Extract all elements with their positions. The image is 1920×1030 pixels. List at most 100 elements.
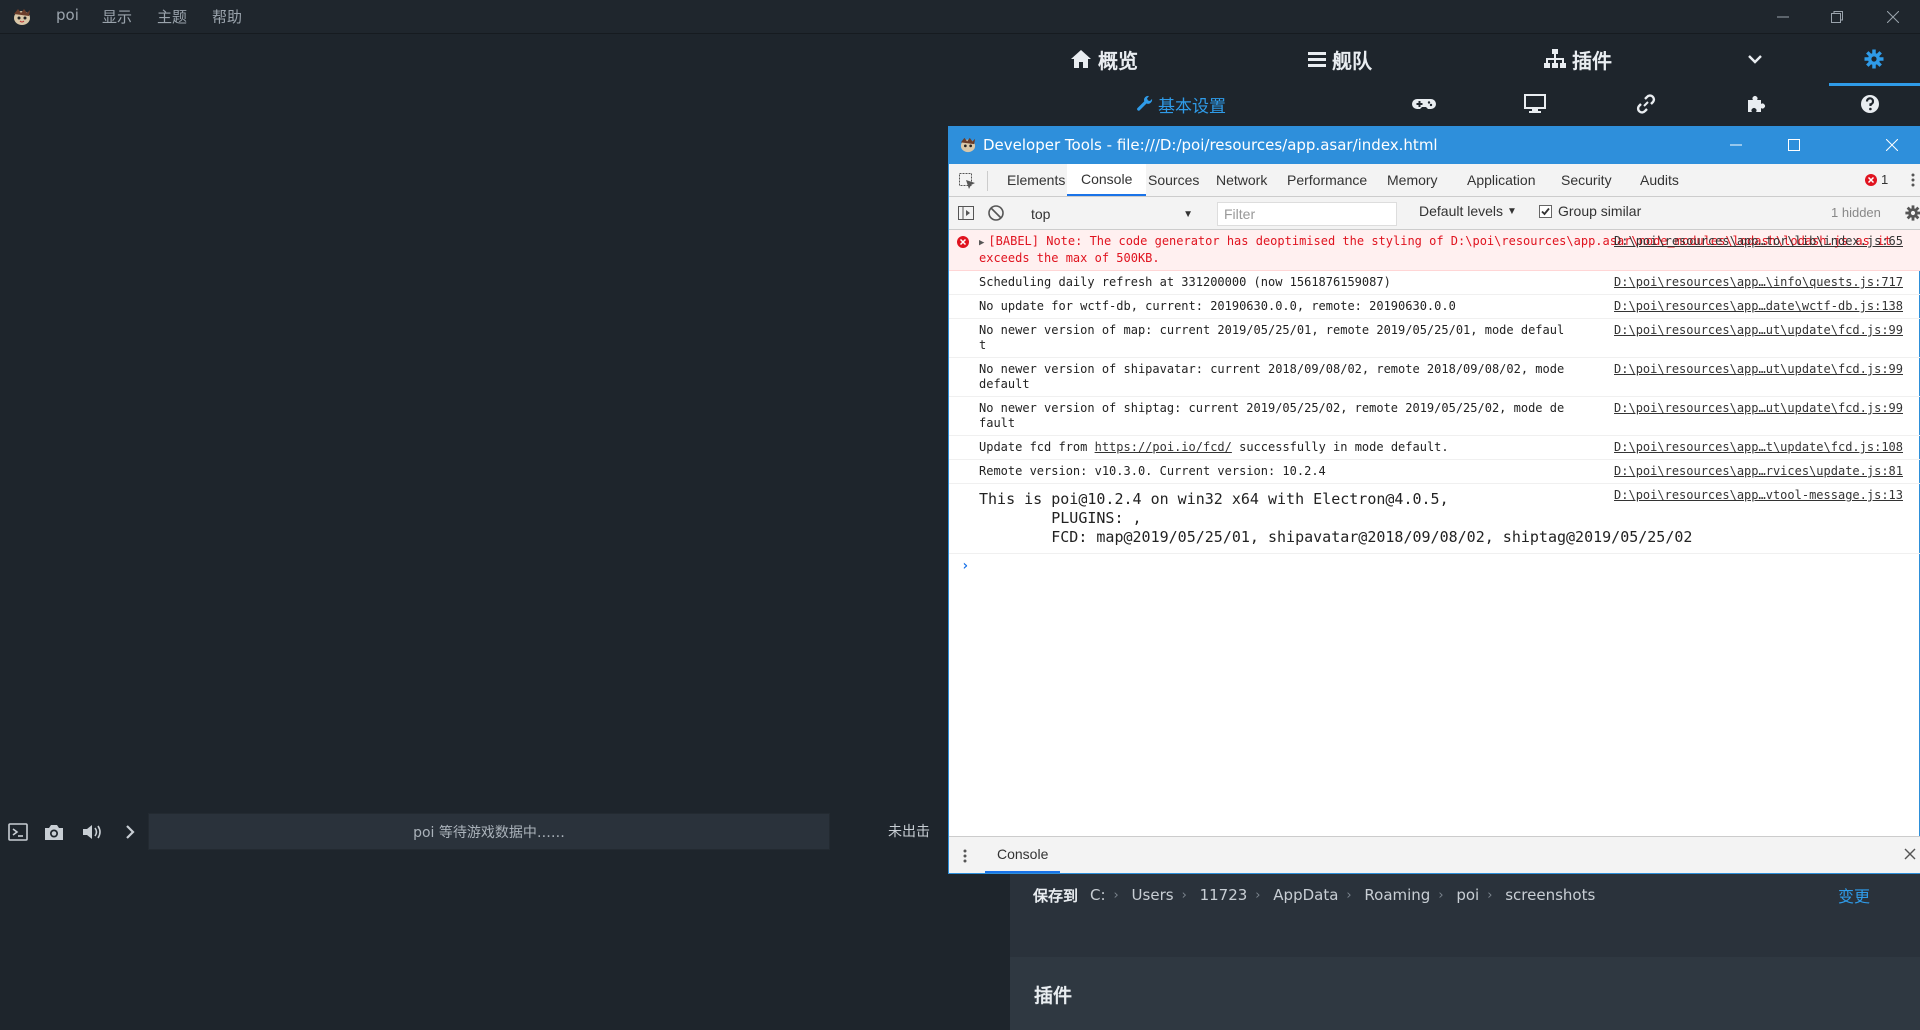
devtools-title-bar: Developer Tools - file:///D:/poi/resourc…	[949, 126, 1920, 164]
tab-security[interactable]: Security	[1547, 164, 1626, 196]
gamepad-icon	[1412, 99, 1436, 109]
menu-poi[interactable]: poi	[56, 6, 79, 24]
expand-arrow-icon[interactable]: ▶	[979, 236, 984, 251]
tab-overview[interactable]: 概览	[1070, 44, 1138, 74]
puzzle-icon	[1748, 96, 1765, 112]
subtab-network[interactable]	[1636, 92, 1656, 116]
devtools-close-button[interactable]	[1863, 126, 1920, 164]
tab-audits[interactable]: Audits	[1626, 164, 1693, 196]
log-message: No update for wctf-db, current: 20190630…	[979, 299, 1456, 313]
log-source-link[interactable]: D:\poi\resources\app…date\wctf-db.js:138	[1614, 299, 1903, 314]
change-path-button[interactable]: 变更	[1838, 883, 1870, 907]
devtools-maximize-button[interactable]	[1765, 126, 1823, 164]
log-message: No newer version of shiptag: current 201…	[979, 401, 1565, 430]
plugins-settings-panel	[1010, 957, 1920, 1030]
subtab-game[interactable]	[1412, 92, 1436, 116]
console-log-row: This is poi@10.2.4 on win32 x64 with Ele…	[949, 484, 1920, 554]
active-tab-indicator	[1829, 83, 1920, 86]
clear-console-icon[interactable]	[987, 204, 1005, 222]
menu-view[interactable]: 显示	[102, 6, 132, 27]
log-source-link[interactable]: D:\poi\resources\app…t\update\fcd.js:108	[1614, 440, 1903, 455]
log-source-link[interactable]: D:\poi\resources\app…ut\update\fcd.js:99	[1614, 362, 1903, 377]
subtab-about[interactable]	[1860, 92, 1880, 116]
terminal-icon[interactable]	[6, 820, 30, 844]
volume-icon[interactable]	[80, 820, 104, 844]
chevron-right-icon: ›	[1346, 887, 1352, 903]
tab-settings[interactable]	[1864, 44, 1884, 74]
minimize-button[interactable]	[1756, 0, 1810, 34]
status-text: poi 等待游戏数据中……	[413, 824, 565, 841]
more-options-icon[interactable]	[1911, 172, 1919, 190]
log-source-link[interactable]: D:\poi\resources\app…ut\update\fcd.js:99	[1614, 401, 1903, 416]
tab-plugins[interactable]: 插件	[1544, 44, 1612, 74]
sidebar-toggle-icon[interactable]	[957, 204, 975, 222]
log-message: Update fcd from	[979, 440, 1095, 454]
tab-network[interactable]: Network	[1202, 164, 1281, 196]
log-levels-value: Default levels	[1419, 203, 1504, 219]
close-button[interactable]	[1866, 0, 1920, 34]
divider	[987, 171, 988, 191]
poi-logo-icon	[12, 8, 32, 26]
wrench-icon	[1137, 95, 1153, 111]
console-log-row: No newer version of shipavatar: current …	[949, 358, 1920, 397]
game-status-bar: poi 等待游戏数据中……	[148, 813, 830, 850]
subtab-general-label: 基本设置	[1158, 96, 1226, 117]
path-segment: screenshots	[1505, 886, 1596, 904]
log-source-link[interactable]: D:\poi\resources\app…\info\quests.js:717	[1614, 275, 1903, 290]
camera-icon[interactable]	[42, 820, 66, 844]
tab-fleet[interactable]: 舰队	[1308, 44, 1372, 74]
chevron-right-icon[interactable]	[118, 820, 142, 844]
menu-theme[interactable]: 主题	[157, 6, 187, 27]
filter-input[interactable]	[1217, 202, 1397, 226]
console-settings-icon[interactable]	[1905, 205, 1920, 221]
chevron-right-icon: ›	[1438, 887, 1444, 903]
log-message: No newer version of shipavatar: current …	[979, 362, 1572, 391]
log-levels-dropdown[interactable]: Default levels ▼	[1419, 203, 1517, 219]
log-source-link[interactable]: D:\poi\resources\app…rvices\update.js:81	[1614, 464, 1903, 479]
subtab-general[interactable]: 基本设置	[1136, 92, 1226, 117]
chevron-right-icon: ›	[1181, 887, 1187, 903]
checkbox-checked-icon[interactable]	[1539, 204, 1552, 218]
nav-dropdown[interactable]	[1748, 44, 1762, 74]
restore-button[interactable]	[1810, 0, 1864, 34]
error-icon	[957, 236, 969, 248]
log-source-link[interactable]: D:\poi\resources\app…vtool-message.js:13	[1614, 488, 1903, 503]
title-bar: poi 显示 主题 帮助	[0, 0, 1920, 34]
drawer-close-icon[interactable]	[1904, 848, 1918, 862]
console-input-area[interactable]: ›	[949, 554, 1920, 854]
path-segment: C:	[1090, 886, 1106, 904]
subtab-plugins[interactable]	[1746, 92, 1766, 116]
error-counter[interactable]: 1	[1865, 172, 1888, 187]
inspect-element-icon[interactable]	[957, 171, 977, 191]
group-similar-toggle[interactable]: Group similar	[1539, 203, 1641, 219]
drawer-tab-console[interactable]: Console	[985, 837, 1061, 873]
drawer-menu-icon[interactable]	[963, 848, 967, 864]
subtab-display[interactable]	[1524, 92, 1546, 116]
sitemap-icon	[1544, 49, 1566, 68]
log-source-link[interactable]: D:\poi\resources\app…ut\update\fcd.js:99	[1614, 323, 1903, 338]
devtools-window: Developer Tools - file:///D:/poi/resourc…	[948, 126, 1920, 874]
fcd-link[interactable]: https://poi.io/fcd/	[1095, 440, 1232, 454]
tab-application[interactable]: Application	[1453, 164, 1550, 196]
console-log-row: Scheduling daily refresh at 331200000 (n…	[949, 271, 1920, 295]
path-segment: poi	[1456, 886, 1480, 904]
log-source-link[interactable]: D:\poi\resources\app…tor\lib\index.js:65	[1614, 234, 1903, 249]
console-prompt-icon: ›	[961, 558, 970, 574]
tab-performance[interactable]: Performance	[1273, 164, 1381, 196]
poi-logo-icon	[959, 137, 977, 153]
console-log-row: Update fcd from https://poi.io/fcd/ succ…	[949, 436, 1920, 460]
combat-status: 未出击	[888, 824, 930, 840]
log-message: Remote version: v10.3.0. Current version…	[979, 464, 1326, 478]
log-message: No newer version of map: current 2019/05…	[979, 323, 1565, 352]
devtools-title: Developer Tools - file:///D:/poi/resourc…	[983, 136, 1438, 154]
game-view[interactable]	[0, 35, 946, 805]
devtools-minimize-button[interactable]	[1707, 126, 1765, 164]
list-icon	[1308, 52, 1326, 67]
menu-help[interactable]: 帮助	[212, 6, 242, 27]
chevron-down-icon	[1748, 55, 1762, 64]
console-log-row: Remote version: v10.3.0. Current version…	[949, 460, 1920, 484]
console-messages: ▶ [BABEL] Note: The code generator has de…	[949, 230, 1920, 854]
tab-memory[interactable]: Memory	[1373, 164, 1452, 196]
context-selector[interactable]: top ▼	[1027, 203, 1197, 225]
chevron-right-icon: ›	[1113, 887, 1119, 903]
